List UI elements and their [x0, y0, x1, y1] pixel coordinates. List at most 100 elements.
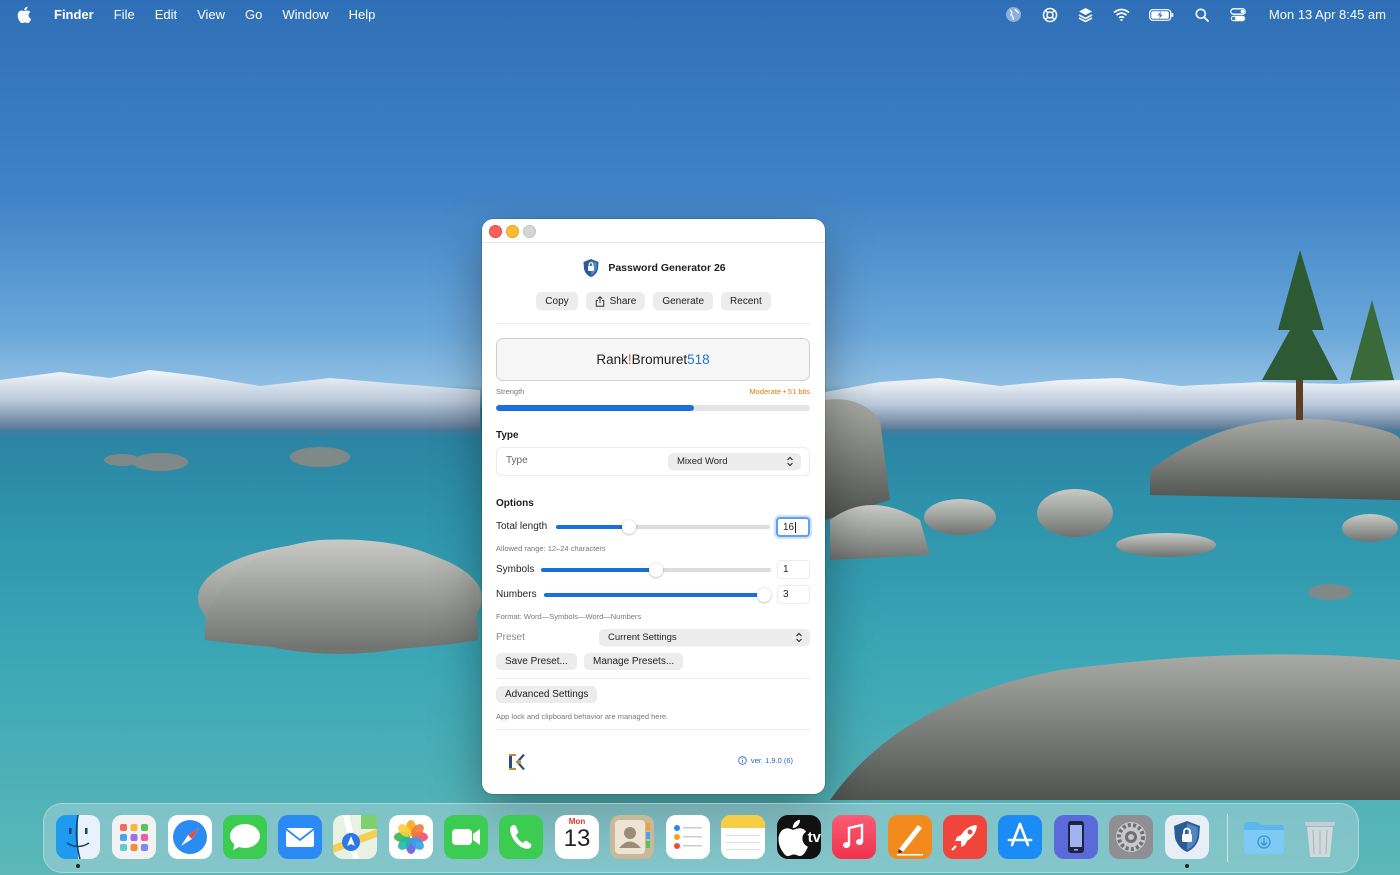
control-center-icon[interactable] — [1229, 6, 1247, 24]
reminders-dock-icon[interactable] — [666, 815, 710, 859]
numbers-slider[interactable] — [544, 588, 771, 602]
tv-label: tv — [807, 828, 821, 846]
menu-edit[interactable]: Edit — [155, 7, 177, 22]
search-icon[interactable] — [1193, 6, 1211, 24]
dock-divider — [1227, 814, 1228, 862]
menu-window[interactable]: Window — [282, 7, 328, 22]
divider — [496, 678, 810, 679]
menu-file[interactable]: File — [114, 7, 135, 22]
simulator-dock-icon[interactable] — [1054, 815, 1098, 859]
window-titlebar[interactable] — [482, 219, 825, 243]
copy-button[interactable]: Copy — [536, 292, 578, 310]
apple-menu-icon[interactable] — [17, 6, 35, 24]
advanced-settings-button[interactable]: Advanced Settings — [496, 686, 598, 703]
preset-select-value: Current Settings — [608, 632, 677, 643]
slider-knob[interactable] — [649, 563, 663, 577]
menu-view[interactable]: View — [197, 7, 225, 22]
phone-dock-icon[interactable] — [499, 815, 543, 859]
mail-dock-icon[interactable] — [278, 815, 322, 859]
window-zoom-button[interactable] — [523, 225, 536, 238]
slider-knob[interactable] — [621, 520, 636, 534]
preset-select[interactable]: Current Settings — [599, 629, 810, 646]
password-word-1: Rank — [596, 352, 628, 367]
total-length-slider[interactable] — [556, 520, 770, 534]
app-store-dock-icon[interactable] — [998, 815, 1042, 859]
calendar-dock-icon[interactable]: Mon 13 — [555, 815, 599, 859]
menu-help[interactable]: Help — [349, 7, 376, 22]
symbols-slider[interactable] — [541, 563, 771, 577]
symbols-field[interactable]: 1 — [777, 560, 810, 579]
contacts-dock-icon[interactable] — [610, 815, 654, 859]
running-indicator — [76, 864, 80, 868]
divider — [496, 729, 810, 730]
pages-dock-icon[interactable] — [888, 815, 932, 859]
photos-dock-icon[interactable] — [389, 815, 433, 859]
manage-presets-button[interactable]: Manage Presets... — [584, 653, 684, 670]
shield-lock-icon — [581, 258, 601, 278]
messages-dock-icon[interactable] — [223, 815, 267, 859]
chevron-updown-icon — [796, 632, 802, 643]
generate-button[interactable]: Generate — [653, 292, 714, 310]
layers-icon[interactable] — [1077, 6, 1095, 24]
options-section-heading: Options — [496, 498, 534, 509]
developer-logo — [507, 751, 527, 773]
rocket-dock-icon[interactable] — [943, 815, 987, 859]
length-hint: Allowed range: 12–24 characters — [496, 544, 606, 553]
battery-charging-icon[interactable] — [1149, 6, 1175, 24]
tv-dock-icon[interactable]: tv — [777, 815, 821, 859]
save-preset-button[interactable]: Save Preset... — [496, 653, 577, 670]
numbers-field[interactable]: 3 — [777, 585, 810, 604]
window-minimize-button[interactable] — [506, 225, 519, 238]
window-close-button[interactable] — [489, 225, 502, 238]
recent-button[interactable]: Recent — [721, 292, 771, 310]
menu-app-finder[interactable]: Finder — [54, 7, 94, 22]
music-dock-icon[interactable] — [832, 815, 876, 859]
notes-dock-icon[interactable] — [721, 815, 765, 859]
type-row: Type Mixed Word — [496, 447, 810, 476]
format-hint: Format: Word—Symbols—Word—Numbers — [496, 612, 642, 621]
chevron-updown-icon — [787, 456, 793, 467]
total-length-value: 16 — [783, 521, 795, 533]
facetime-dock-icon[interactable] — [444, 815, 488, 859]
strength-meter — [496, 405, 810, 411]
version-info[interactable]: ver. 1.9.0 (6) — [738, 756, 793, 765]
copy-button-label: Copy — [545, 295, 569, 307]
downloads-folder-dock-icon[interactable] — [1242, 815, 1286, 859]
save-preset-label: Save Preset... — [505, 656, 568, 667]
total-length-field[interactable]: 16 — [776, 517, 810, 537]
type-select-value: Mixed Word — [677, 456, 728, 467]
maps-dock-icon[interactable] — [333, 815, 377, 859]
numbers-label: Numbers — [496, 589, 537, 600]
numbers-value: 3 — [783, 589, 789, 600]
system-settings-dock-icon[interactable] — [1109, 815, 1153, 859]
dock: Mon 13 tv — [43, 803, 1359, 873]
recent-button-label: Recent — [730, 295, 762, 307]
slider-knob[interactable] — [757, 588, 771, 602]
wifi-icon[interactable] — [1113, 6, 1131, 24]
apple-logo-icon — [778, 819, 808, 857]
advanced-settings-label: Advanced Settings — [505, 689, 589, 700]
password-generator-dock-icon[interactable] — [1165, 815, 1209, 859]
globe-icon[interactable] — [1005, 6, 1023, 24]
launchpad-dock-icon[interactable] — [112, 815, 156, 859]
menu-bar: Finder File Edit View Go Window Help Mon… — [0, 0, 1400, 29]
lifebuoy-icon[interactable] — [1041, 6, 1059, 24]
app-header: Password Generator 26 — [482, 258, 825, 278]
finder-dock-icon[interactable] — [56, 814, 100, 860]
trash-dock-icon[interactable] — [1298, 815, 1342, 859]
password-display[interactable]: Rank! Bromuret 518 — [496, 338, 810, 381]
menu-go[interactable]: Go — [245, 7, 262, 22]
share-button[interactable]: Share — [585, 292, 646, 310]
symbols-value: 1 — [783, 564, 789, 575]
menu-clock[interactable]: Mon 13 Apr 8:45 am — [1269, 7, 1386, 22]
strength-meter-fill — [496, 405, 694, 411]
calendar-day: 13 — [563, 825, 591, 852]
symbols-label: Symbols — [496, 564, 535, 575]
slider-fill — [541, 568, 656, 572]
text-caret — [795, 521, 797, 533]
version-text: ver. 1.9.0 (6) — [750, 756, 793, 765]
type-select[interactable]: Mixed Word — [668, 453, 801, 470]
safari-dock-icon[interactable] — [168, 815, 212, 859]
divider — [496, 323, 810, 324]
app-title: Password Generator 26 — [608, 262, 726, 274]
